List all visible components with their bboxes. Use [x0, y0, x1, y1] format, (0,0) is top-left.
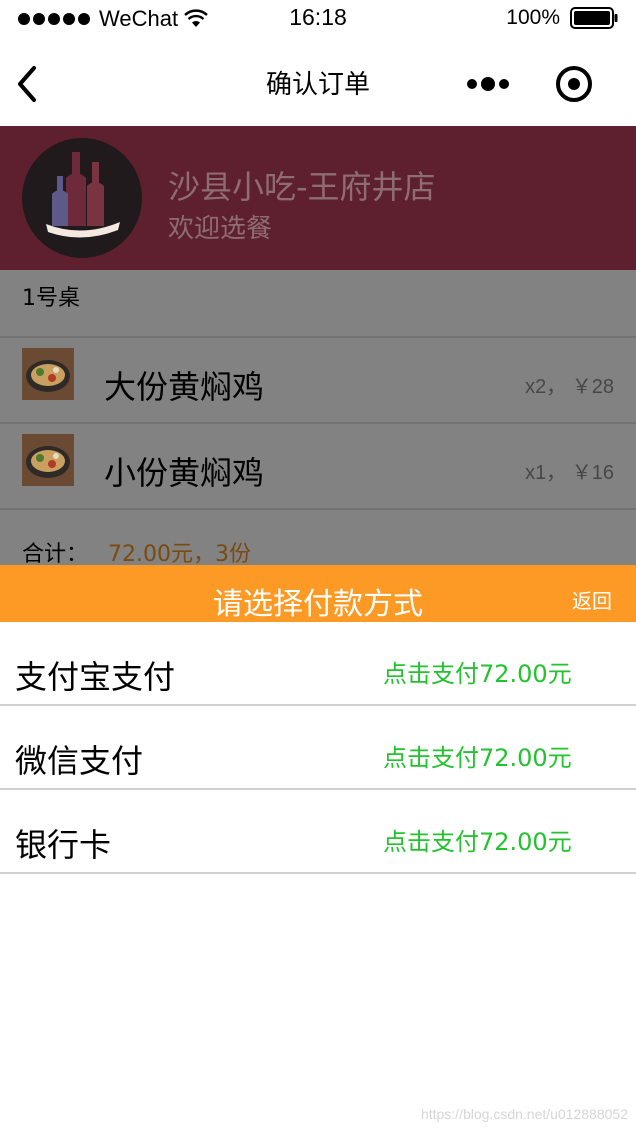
order-content: 1号桌 大份黄焖鸡 x2， ￥28 小份黄焖鸡 x1， ￥16 合计： 72.0… — [0, 270, 636, 567]
divider — [0, 336, 636, 338]
sheet-back-button[interactable]: 返回 — [572, 585, 612, 614]
dish-image — [22, 348, 74, 400]
payment-method-name: 微信支付 — [15, 742, 144, 780]
payment-method-name: 支付宝支付 — [15, 658, 176, 696]
dish-image — [22, 434, 74, 486]
divider — [0, 422, 636, 424]
payment-method-list: 支付宝支付 点击支付72.00元 微信支付 点击支付72.00元 银行卡 点击支… — [0, 622, 636, 874]
table-number: 1号桌 — [22, 286, 80, 311]
screen: WeChat 16:18 100% 确认订单 沙县小吃-王府井店 欢迎选餐 1号… — [0, 0, 636, 1134]
pay-button[interactable]: 点击支付72.00元 — [383, 738, 572, 773]
dish-qty-price: x2， ￥28 — [525, 376, 614, 398]
dish-qty-price: x1， ￥16 — [525, 462, 614, 484]
battery-percent: 100% — [506, 6, 560, 29]
watermark: https://blog.csdn.net/u012888052 — [420, 1106, 628, 1122]
dish-name: 大份黄焖鸡 — [104, 368, 265, 406]
pay-button[interactable]: 点击支付72.00元 — [383, 822, 572, 857]
shop-subtitle: 欢迎选餐 — [168, 214, 273, 244]
shop-banner: 沙县小吃-王府井店 欢迎选餐 — [0, 126, 636, 270]
more-icon[interactable] — [464, 72, 512, 96]
status-bar: WeChat 16:18 100% — [0, 0, 636, 40]
divider — [0, 508, 636, 510]
page-title: 确认订单 — [265, 70, 370, 100]
nav-bar: 确认订单 — [0, 40, 636, 126]
payment-method-bankcard[interactable]: 银行卡 点击支付72.00元 — [0, 790, 636, 874]
shop-logo — [22, 138, 142, 258]
battery-icon — [570, 7, 618, 29]
total-label: 合计： — [22, 542, 89, 567]
total-value: 72.00元，3份 — [108, 542, 251, 567]
battery-status: 100% — [506, 6, 618, 30]
pay-button[interactable]: 点击支付72.00元 — [383, 654, 572, 689]
payment-method-wechat[interactable]: 微信支付 点击支付72.00元 — [0, 706, 636, 790]
payment-sheet-header: 请选择付款方式 返回 — [0, 565, 636, 622]
wine-bottles-icon — [46, 152, 120, 238]
close-capsule-icon[interactable] — [552, 62, 596, 106]
payment-method-alipay[interactable]: 支付宝支付 点击支付72.00元 — [0, 622, 636, 706]
payment-sheet-title: 请选择付款方式 — [213, 587, 423, 622]
shop-name: 沙县小吃-王府井店 — [168, 168, 436, 206]
payment-method-name: 银行卡 — [15, 826, 112, 864]
dish-name: 小份黄焖鸡 — [104, 454, 265, 492]
